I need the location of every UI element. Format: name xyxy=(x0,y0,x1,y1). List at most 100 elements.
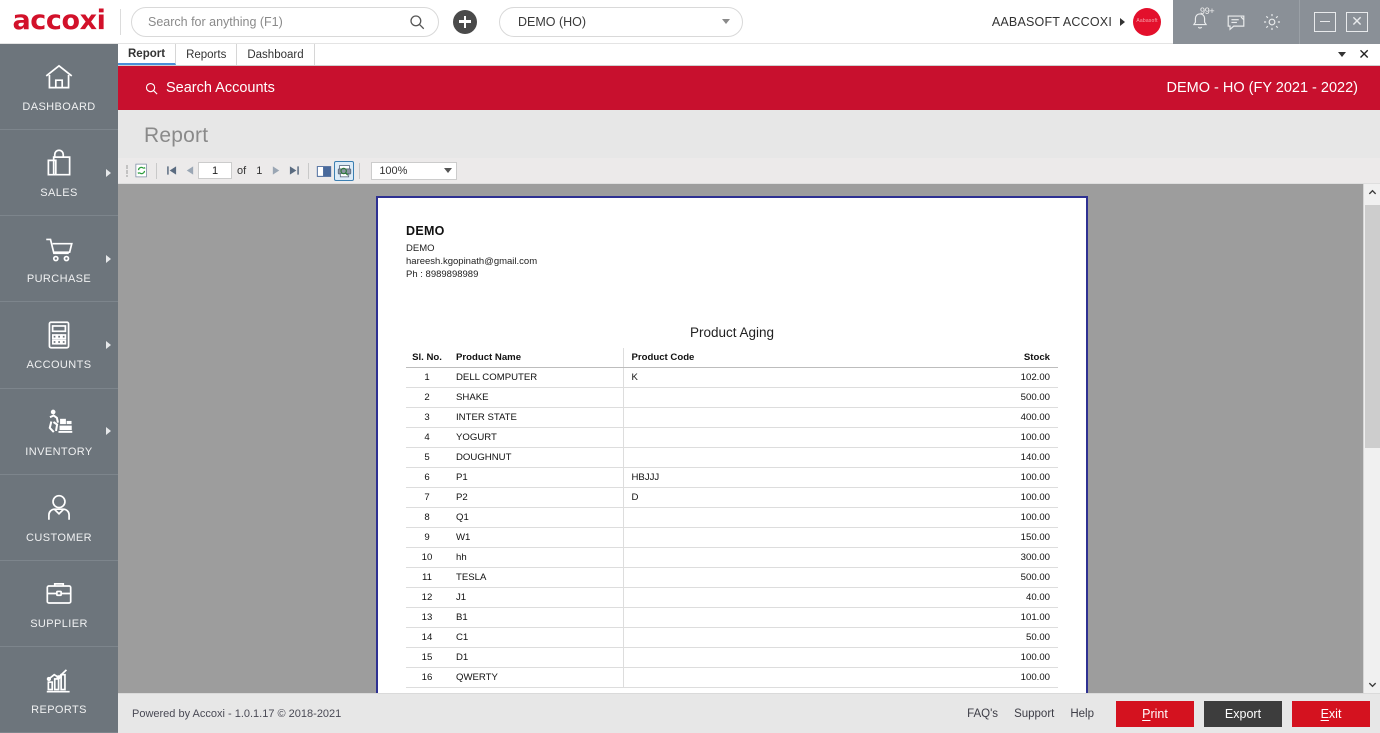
table-row: 2 SHAKE 500.00 xyxy=(406,387,1058,409)
sidebar-item-supplier[interactable]: SUPPLIER xyxy=(0,561,118,647)
cell-stock: 500.00 xyxy=(948,567,1058,589)
footer-links: FAQ's Support Help xyxy=(967,708,1094,720)
page-layout-button[interactable] xyxy=(314,161,334,181)
cell-sl-no: 13 xyxy=(406,607,448,629)
cell-product-name: SHAKE xyxy=(448,387,624,409)
cell-product-name: B1 xyxy=(448,607,624,629)
cell-sl-no: 7 xyxy=(406,487,448,509)
table-row: 13 B1 101.00 xyxy=(406,607,1058,629)
close-icon: ✕ xyxy=(1351,13,1363,30)
notifications-button[interactable]: 99+ xyxy=(1189,6,1215,33)
cell-sl-no: 2 xyxy=(406,387,448,409)
tab-reports[interactable]: Reports xyxy=(176,44,238,65)
search-accounts-label: Search Accounts xyxy=(166,80,275,96)
brand-logo[interactable]: accoxi xyxy=(0,0,118,44)
scroll-down-button[interactable] xyxy=(1364,676,1380,693)
user-menu[interactable]: AABASOFT ACCOXI Aabasoft xyxy=(992,7,1173,36)
sidebar: DASHBOARD SALES PURCHASE ACCOUNTS INVENT… xyxy=(0,44,118,733)
previous-page-icon xyxy=(186,166,193,175)
faq-link[interactable]: FAQ's xyxy=(967,708,998,720)
viewer-scroll-area: DEMO DEMO hareesh.kgopinath@gmail.com Ph… xyxy=(118,184,1363,693)
vertical-scrollbar[interactable] xyxy=(1363,184,1380,693)
page-number-input[interactable] xyxy=(198,162,232,179)
cell-product-name: Q1 xyxy=(448,507,624,529)
scroll-up-button[interactable] xyxy=(1364,184,1380,201)
cell-sl-no: 15 xyxy=(406,647,448,669)
sidebar-item-customer[interactable]: CUSTOMER xyxy=(0,475,118,561)
search-accounts-button[interactable]: Search Accounts xyxy=(144,80,275,96)
column-header-sl-no: Sl. No. xyxy=(406,348,448,369)
cell-sl-no: 9 xyxy=(406,527,448,549)
chevron-down-icon[interactable] xyxy=(1338,52,1347,57)
first-page-button[interactable] xyxy=(162,162,180,180)
cell-stock: 100.00 xyxy=(948,467,1058,489)
messages-button[interactable] xyxy=(1225,11,1247,33)
minimize-button[interactable] xyxy=(1314,11,1336,32)
column-header-product-code: Product Code xyxy=(623,348,948,369)
exit-button[interactable]: Exit xyxy=(1292,700,1370,727)
sidebar-item-sales[interactable]: SALES xyxy=(0,130,118,217)
search-input[interactable] xyxy=(148,14,408,29)
report-toolbar: of 1 xyxy=(118,158,1380,184)
tab-report[interactable]: Report xyxy=(118,44,177,65)
settings-button[interactable] xyxy=(1261,11,1283,33)
cell-product-code xyxy=(623,427,948,449)
cell-product-name: TESLA xyxy=(448,567,624,589)
cell-product-name: W1 xyxy=(448,527,624,549)
company-context-label: DEMO - HO (FY 2021 - 2022) xyxy=(1166,80,1358,96)
cell-product-name: YOGURT xyxy=(448,427,624,449)
next-page-button[interactable] xyxy=(267,162,285,180)
tab-strip: Report Reports Dashboard ✕ xyxy=(118,44,1380,66)
sidebar-item-label: REPORTS xyxy=(31,703,87,716)
message-icon xyxy=(1227,14,1245,31)
cell-sl-no: 8 xyxy=(406,507,448,529)
support-link[interactable]: Support xyxy=(1014,708,1054,720)
table-row: 1 DELL COMPUTER K 102.00 xyxy=(406,367,1058,389)
avatar[interactable]: Aabasoft xyxy=(1133,7,1161,36)
report-company-details: DEMO hareesh.kgopinath@gmail.com Ph : 89… xyxy=(406,242,1058,281)
calculator-icon xyxy=(48,321,70,350)
column-header-product-name: Product Name xyxy=(448,348,624,369)
sidebar-item-purchase[interactable]: PURCHASE xyxy=(0,216,118,303)
zoom-selector[interactable]: 100% xyxy=(371,161,458,180)
cell-stock: 100.00 xyxy=(948,667,1058,689)
scrollbar-thumb[interactable] xyxy=(1364,205,1380,448)
close-icon[interactable]: ✕ xyxy=(1358,48,1370,62)
book-icon xyxy=(317,165,332,177)
cell-stock: 500.00 xyxy=(948,387,1058,409)
divider xyxy=(120,8,121,35)
previous-page-button[interactable] xyxy=(180,162,198,180)
report-table: Sl. No. Product Name Product Code Stock … xyxy=(406,348,1058,689)
global-search[interactable] xyxy=(131,6,439,37)
cell-sl-no: 14 xyxy=(406,627,448,649)
print-button[interactable]: Print xyxy=(1116,700,1194,727)
sidebar-item-inventory[interactable]: INVENTORY xyxy=(0,389,118,475)
chevron-right-icon xyxy=(106,254,111,263)
sidebar-item-accounts[interactable]: ACCOUNTS xyxy=(0,302,118,389)
cell-sl-no: 10 xyxy=(406,547,448,569)
sidebar-item-dashboard[interactable]: DASHBOARD xyxy=(0,44,118,131)
tab-dashboard[interactable]: Dashboard xyxy=(237,44,315,65)
cell-stock: 300.00 xyxy=(948,547,1058,569)
print-preview-button[interactable] xyxy=(334,160,355,181)
branch-selector[interactable]: DEMO (HO) xyxy=(499,6,743,37)
last-page-button[interactable] xyxy=(285,162,303,180)
cell-sl-no: 4 xyxy=(406,427,448,449)
scrollbar-track[interactable] xyxy=(1364,201,1380,676)
divider xyxy=(359,162,361,179)
powered-by-label: Powered by Accoxi - 1.0.1.17 © 2018-2021 xyxy=(132,707,342,720)
help-link[interactable]: Help xyxy=(1070,708,1094,720)
sidebar-item-reports[interactable]: REPORTS xyxy=(0,647,118,733)
close-button[interactable]: ✕ xyxy=(1346,11,1368,32)
report-viewer: DEMO DEMO hareesh.kgopinath@gmail.com Ph… xyxy=(118,184,1380,693)
divider xyxy=(308,162,310,179)
cell-product-name: D1 xyxy=(448,647,624,669)
table-row: 16 QWERTY 100.00 xyxy=(406,667,1058,689)
refresh-button[interactable] xyxy=(131,161,151,181)
add-new-button[interactable] xyxy=(453,9,477,34)
cell-product-code xyxy=(623,547,948,569)
brand-logo-text: accoxi xyxy=(12,5,106,36)
export-button[interactable]: Export xyxy=(1204,700,1282,727)
bar-chart-icon xyxy=(46,669,70,693)
report-company-name: DEMO xyxy=(406,224,445,238)
